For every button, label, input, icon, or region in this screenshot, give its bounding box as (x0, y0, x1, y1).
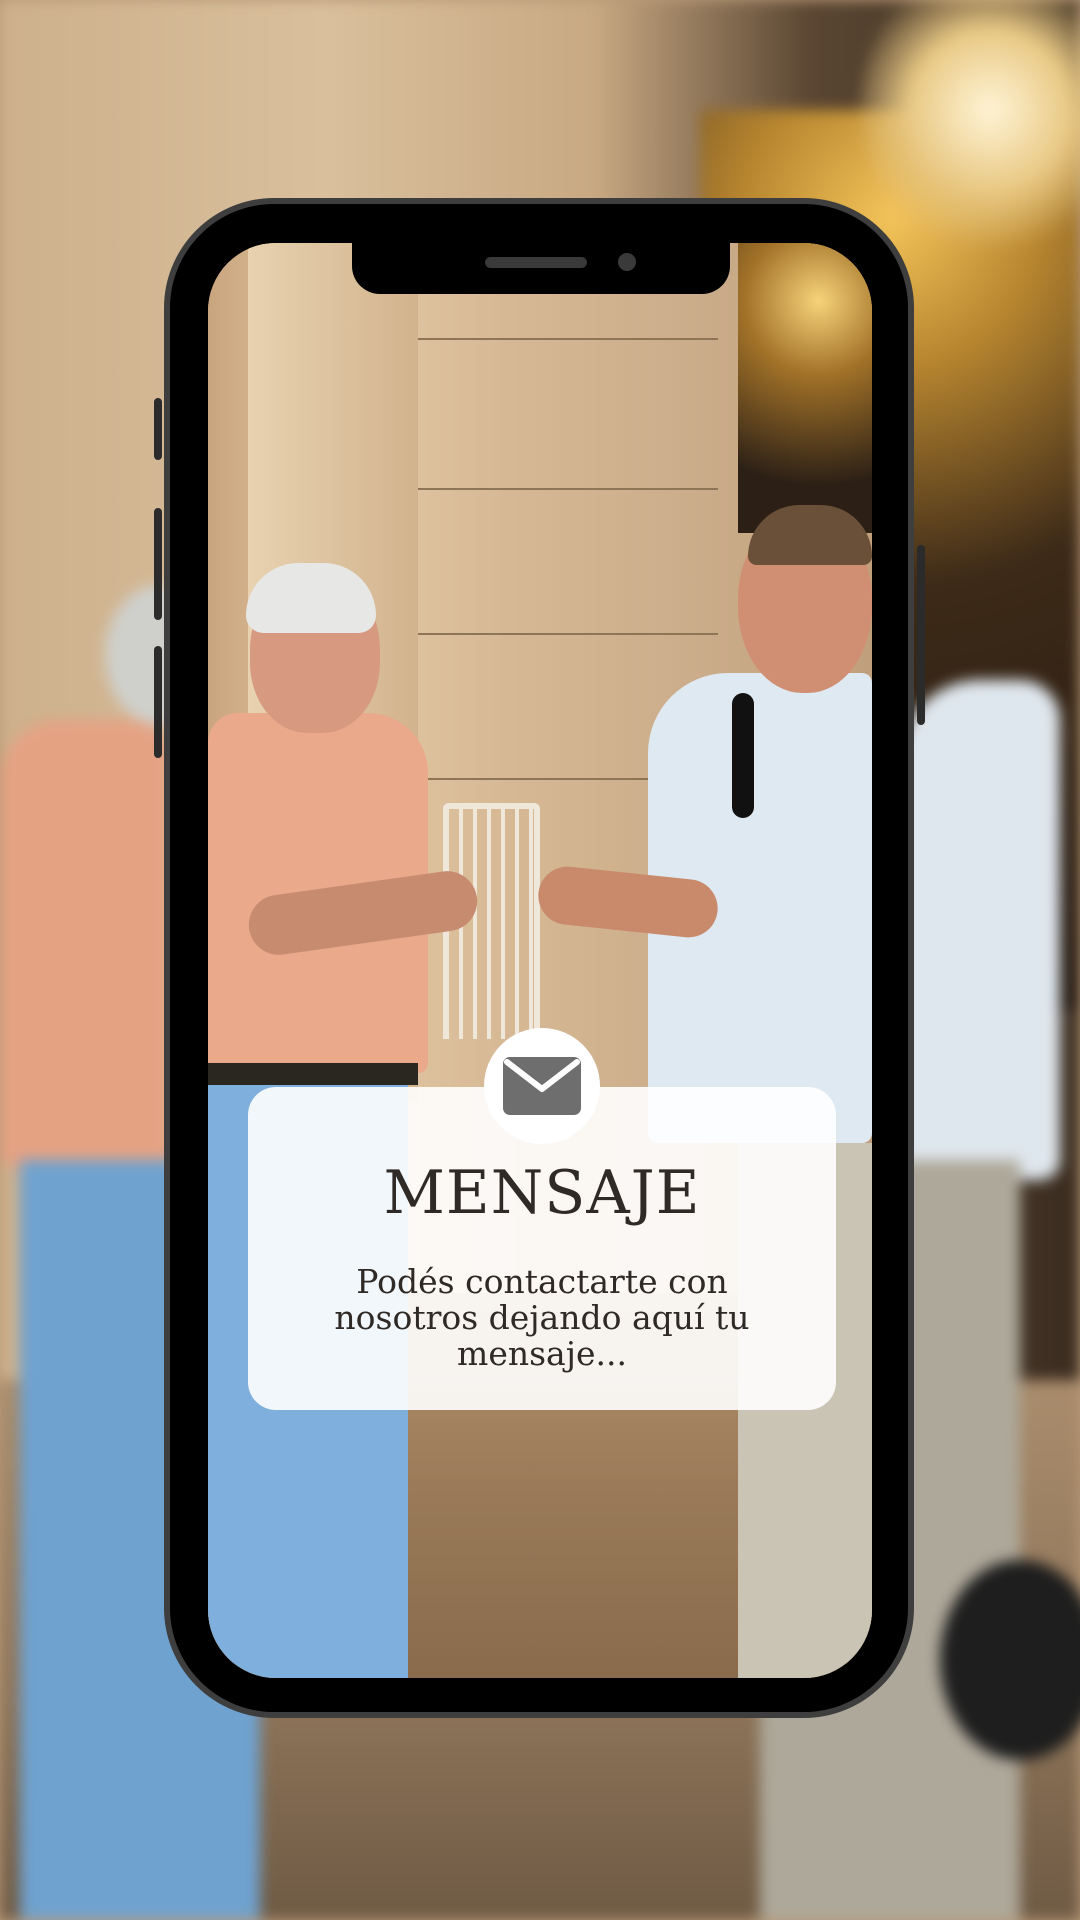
phone-volume-down-button (154, 646, 162, 758)
phone-camera (618, 253, 636, 271)
card-description: Podés contactarte con nosotros dejando a… (334, 1262, 750, 1373)
phone-speaker (485, 257, 587, 268)
phone-screen-photo (208, 243, 872, 1678)
envelope-icon (503, 1057, 581, 1115)
phone-silent-switch (154, 398, 162, 460)
page-root: MENSAJE Podés contactarte con nosotros d… (0, 0, 1080, 1920)
phone-power-button (917, 545, 925, 725)
card-title: MENSAJE (383, 1158, 701, 1228)
message-icon-button[interactable] (484, 1028, 600, 1144)
phone-volume-up-button (154, 508, 162, 620)
